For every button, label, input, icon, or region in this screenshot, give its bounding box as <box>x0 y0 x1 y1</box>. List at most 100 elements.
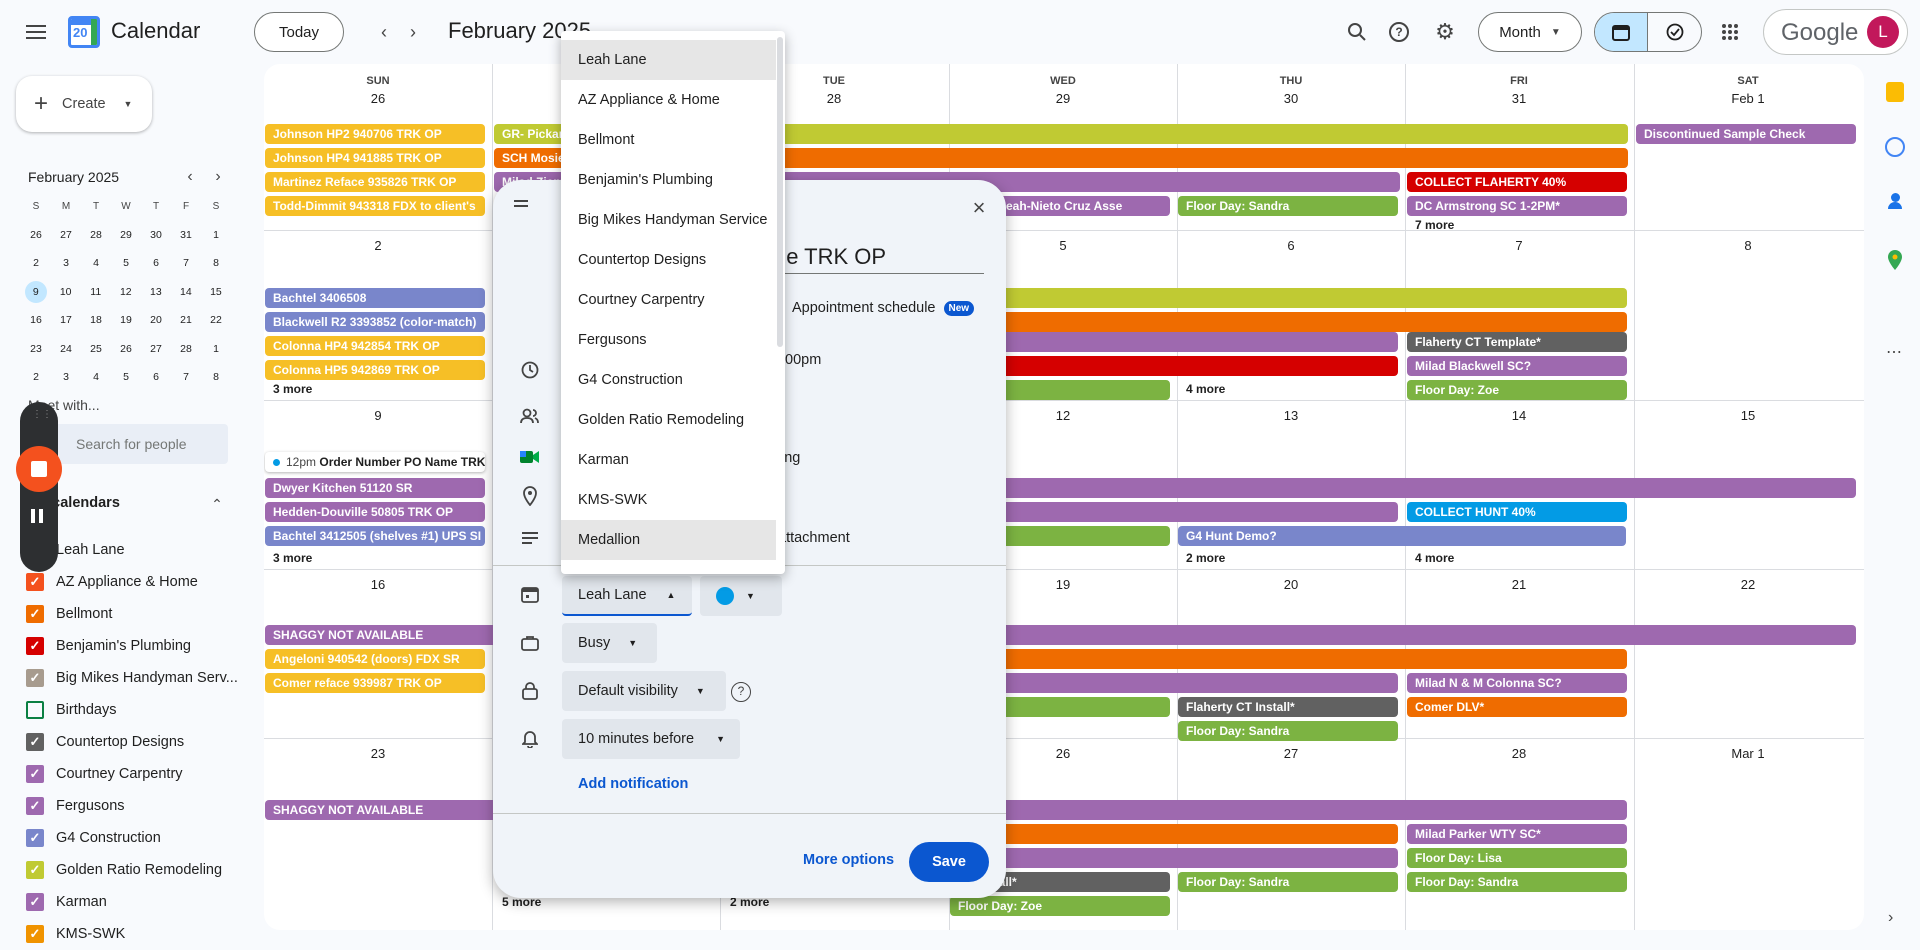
event-chip[interactable]: Comer reface 939987 TRK OP <box>265 673 485 693</box>
search-icon[interactable] <box>1341 16 1373 48</box>
calendar-item[interactable]: ✓ Golden Ratio Remodeling <box>26 854 222 886</box>
settings-icon[interactable]: ⚙ <box>1429 16 1461 48</box>
mini-day[interactable]: 28 <box>81 229 111 241</box>
date-number[interactable]: 31 <box>1405 91 1633 106</box>
color-select[interactable]: ▼ <box>700 576 782 616</box>
dropdown-option[interactable]: G4 Construction <box>561 360 776 400</box>
mini-day[interactable]: 14 <box>171 286 201 298</box>
mini-day[interactable]: 4 <box>81 257 111 269</box>
more-events-link[interactable]: 7 more <box>1415 218 1454 232</box>
calendar-item[interactable]: ✓ Bellmont <box>26 598 112 630</box>
more-events-link[interactable]: 3 more <box>273 382 312 396</box>
drag-handle-icon[interactable]: ⋮⋮ <box>32 410 52 422</box>
drag-handle-icon[interactable] <box>509 192 533 216</box>
checkbox-icon[interactable]: ✓ <box>26 893 44 911</box>
checkbox-icon[interactable]: ✓ <box>26 733 44 751</box>
event-bar[interactable] <box>950 673 1398 693</box>
event-bar[interactable] <box>950 478 1856 498</box>
appointment-tab[interactable]: Appointment schedule New <box>792 300 975 316</box>
checkbox-icon[interactable]: ✓ <box>26 797 44 815</box>
event-bar[interactable] <box>950 824 1398 844</box>
dropdown-option[interactable]: Courtney Carpentry <box>561 280 776 320</box>
next-month-icon[interactable]: › <box>397 16 429 48</box>
dropdown-option[interactable]: KMS-SWK <box>561 480 776 520</box>
calendar-select[interactable]: Leah Lane ▲ <box>562 576 692 616</box>
event-bar[interactable] <box>950 848 1398 868</box>
event-bar[interactable] <box>950 288 1627 308</box>
calendar-item[interactable]: ✓ Benjamin's Plumbing <box>26 630 191 662</box>
checkbox-icon[interactable]: ✓ <box>26 765 44 783</box>
mini-day[interactable]: 6 <box>141 371 171 383</box>
avatar[interactable]: L <box>1867 16 1899 48</box>
date-number[interactable]: 26 <box>264 91 492 106</box>
mini-day[interactable]: 8 <box>201 371 231 383</box>
add-notification-link[interactable]: Add notification <box>578 776 688 792</box>
stop-record-button[interactable] <box>16 446 62 492</box>
event-chip[interactable]: Martinez Reface 935826 TRK OP <box>265 172 485 192</box>
dropdown-scrollbar[interactable] <box>777 37 783 347</box>
today-button[interactable]: Today <box>254 12 344 52</box>
event-chip[interactable]: Bachtel 3406508 <box>265 288 485 308</box>
event-chip[interactable]: Milad N & M Colonna SC? <box>1407 673 1627 693</box>
date-number[interactable]: Mar 1 <box>1634 746 1862 761</box>
more-events-link[interactable]: 4 more <box>1186 382 1225 396</box>
mini-day[interactable]: 25 <box>81 343 111 355</box>
more-icon[interactable]: ⋯ <box>1886 342 1902 362</box>
mini-day[interactable]: 7 <box>171 371 201 383</box>
event-chip[interactable]: Colonna HP5 942869 TRK OP <box>265 360 485 380</box>
event-chip[interactable]: DC Armstrong SC 1-2PM* <box>1407 196 1627 216</box>
event-chip[interactable]: Johnson HP2 940706 TRK OP <box>265 124 485 144</box>
calendar-item[interactable]: ✓ KMS-SWK <box>26 918 125 950</box>
event-chip[interactable]: Johnson HP4 941885 TRK OP <box>265 148 485 168</box>
event-chip[interactable]: Flaherty CT Install* <box>1178 697 1398 717</box>
event-chip[interactable]: Floor Day: Lisa <box>1407 848 1627 868</box>
mini-day[interactable]: 9 <box>25 280 47 303</box>
mini-day[interactable]: 29 <box>111 229 141 241</box>
keep-icon[interactable] <box>1886 82 1904 102</box>
event-chip[interactable]: Angeloni 940542 (doors) FDX SR <box>265 649 485 669</box>
more-events-link[interactable]: 4 more <box>1415 551 1454 565</box>
more-options-button[interactable]: More options <box>803 852 894 868</box>
calendar-item[interactable]: ✓ G4 Construction <box>26 822 161 854</box>
event-chip[interactable]: Blackwell R2 3393852 (color-match) <box>265 312 485 332</box>
dropdown-option[interactable]: Leah Lane <box>561 40 776 80</box>
event-chip[interactable]: Floor Day: Sandra <box>1178 196 1398 216</box>
mini-day[interactable]: 3 <box>51 371 81 383</box>
event-chip[interactable]: Floor Day: Zoe <box>950 896 1170 916</box>
collapse-icon[interactable]: ⌃ <box>205 492 229 516</box>
visibility-select[interactable]: Default visibility ▼ <box>562 671 726 711</box>
mini-day[interactable]: 7 <box>171 257 201 269</box>
dropdown-option[interactable]: AZ Appliance & Home <box>561 80 776 120</box>
date-number[interactable]: 21 <box>1405 577 1633 592</box>
event-chip[interactable]: Floor Day: Zoe <box>1407 380 1627 400</box>
mini-day[interactable]: 4 <box>81 371 111 383</box>
mini-day[interactable]: 13 <box>141 286 171 298</box>
event-chip[interactable]: Comer DLV* <box>1407 697 1627 717</box>
mini-day[interactable]: 18 <box>81 314 111 326</box>
checkbox-icon[interactable]: ✓ <box>26 925 44 943</box>
mini-next-icon[interactable]: › <box>206 165 230 189</box>
account-chip[interactable]: Google L <box>1763 9 1908 55</box>
mini-day[interactable]: 5 <box>111 371 141 383</box>
event-bar[interactable] <box>950 312 1627 332</box>
mini-day[interactable]: 26 <box>21 229 51 241</box>
mini-day[interactable]: 12 <box>111 286 141 298</box>
tasks-icon[interactable] <box>1885 137 1905 157</box>
mini-day[interactable]: 26 <box>111 343 141 355</box>
date-number[interactable]: 13 <box>1177 408 1405 423</box>
checkbox-icon[interactable]: ✓ <box>26 573 44 591</box>
dropdown-option[interactable]: Fergusons <box>561 320 776 360</box>
event-chip[interactable]: Colonna HP4 942854 TRK OP <box>265 336 485 356</box>
event-chip[interactable]: Milad Parker WTY SC* <box>1407 824 1627 844</box>
pause-button[interactable] <box>31 509 47 525</box>
expand-icon[interactable]: › <box>1888 909 1893 927</box>
event-bar[interactable] <box>950 356 1398 376</box>
date-number[interactable]: 30 <box>1177 91 1405 106</box>
mini-day[interactable]: 10 <box>51 286 81 298</box>
attachment-text[interactable]: attachment <box>778 530 850 546</box>
save-button[interactable]: Save <box>909 842 989 882</box>
visibility-help-icon[interactable]: ? <box>731 682 751 702</box>
mini-day[interactable]: 15 <box>201 286 231 298</box>
close-icon[interactable]: × <box>963 192 995 224</box>
mini-day[interactable]: 31 <box>171 229 201 241</box>
